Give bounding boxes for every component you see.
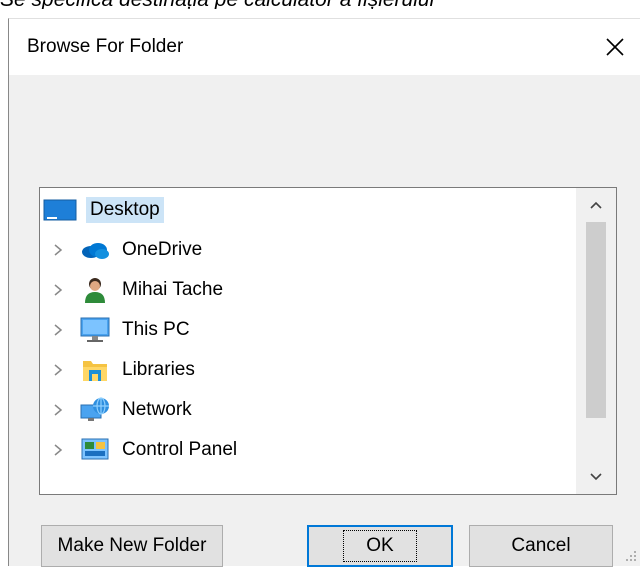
scroll-down-button[interactable] (576, 460, 616, 494)
cancel-label: Cancel (511, 535, 571, 556)
onedrive-cloud-icon (78, 240, 112, 260)
make-new-folder-button[interactable]: Make New Folder (41, 525, 223, 567)
tree-item-network[interactable]: Network (40, 390, 578, 430)
chevron-right-icon[interactable] (48, 443, 68, 457)
chevron-right-icon[interactable] (48, 283, 68, 297)
tree-item-label: Desktop (86, 197, 164, 223)
close-button[interactable] (589, 19, 640, 75)
chevron-up-icon (590, 201, 602, 209)
close-icon (606, 38, 624, 56)
user-folder-icon (78, 276, 112, 304)
tree-item-label: OneDrive (122, 239, 203, 260)
resize-grip-icon[interactable] (623, 548, 637, 562)
make-new-folder-label: Make New Folder (57, 535, 207, 556)
tree-item-libraries[interactable]: Libraries (40, 350, 578, 390)
folder-tree-view[interactable]: Desktop OneDrive Mihai Tache This PC Lib… (39, 187, 617, 495)
ok-button[interactable]: OK (307, 525, 453, 567)
chevron-right-icon[interactable] (48, 363, 68, 377)
title-bar[interactable]: Browse For Folder (9, 19, 640, 75)
control-panel-icon (78, 438, 112, 462)
scroll-up-button[interactable] (576, 188, 616, 222)
tree-item-desktop[interactable]: Desktop (40, 190, 578, 230)
chevron-right-icon[interactable] (48, 403, 68, 417)
chevron-down-icon (590, 473, 602, 481)
cancel-button[interactable]: Cancel (469, 525, 613, 567)
dialog-title: Browse For Folder (27, 36, 184, 57)
tree-item-onedrive[interactable]: OneDrive (40, 230, 578, 270)
background-caption-text: Se specifică destinația pe calculator a … (0, 0, 640, 9)
ok-label: OK (343, 530, 417, 562)
tree-item-user[interactable]: Mihai Tache (40, 270, 578, 310)
tree-item-label: This PC (122, 319, 190, 340)
tree-item-label: Mihai Tache (122, 279, 224, 300)
tree-item-control-panel[interactable]: Control Panel (40, 430, 578, 470)
browse-for-folder-dialog: Browse For Folder Desktop OneDrive Mihai… (8, 18, 640, 567)
scrollbar-thumb[interactable] (586, 222, 606, 418)
vertical-scrollbar[interactable] (576, 188, 616, 494)
this-pc-icon (78, 317, 112, 343)
chevron-right-icon[interactable] (48, 323, 68, 337)
network-icon (78, 397, 112, 423)
chevron-right-icon[interactable] (48, 243, 68, 257)
tree-item-this-pc[interactable]: This PC (40, 310, 578, 350)
tree-item-label: Libraries (122, 359, 195, 380)
tree-item-label: Control Panel (122, 439, 238, 460)
desktop-icon (40, 199, 80, 221)
libraries-icon (78, 357, 112, 383)
tree-item-label: Network (122, 399, 192, 420)
